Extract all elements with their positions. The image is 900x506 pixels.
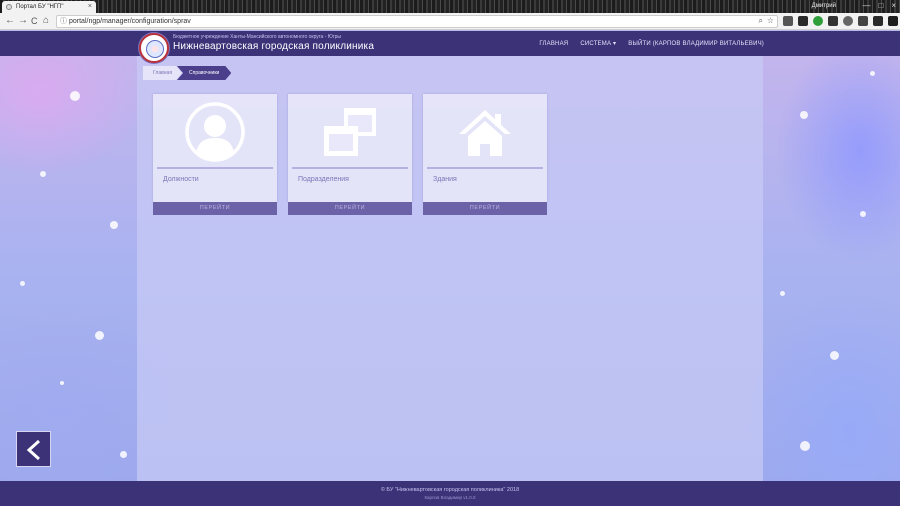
nav-logout[interactable]: ВЫЙТИ (КАРПОВ ВЛАДИМИР ВИТАЛЬЕВИЧ) xyxy=(628,41,764,47)
card-positions[interactable]: Должности ПЕРЕЙТИ xyxy=(153,94,277,216)
page: Бюджетное учреждение Ханты-Мансийского а… xyxy=(0,31,900,506)
info-icon[interactable]: ⓘ xyxy=(60,16,67,27)
browser-tab[interactable]: Портал БУ "НГП" × xyxy=(2,1,96,13)
card-body[interactable]: Должности xyxy=(153,94,277,202)
organization-title[interactable]: Нижневартовская городская поликлиника xyxy=(173,41,374,52)
card-body[interactable]: Здания xyxy=(423,94,547,202)
extension-cloud-icon[interactable] xyxy=(843,16,853,26)
zoom-icon[interactable]: ⌕ xyxy=(759,15,763,26)
breadcrumb-home[interactable]: Главная xyxy=(143,66,182,80)
card-divider xyxy=(292,167,408,169)
breadcrumb: Главная Справочники xyxy=(143,66,231,80)
content-panel: Главная Справочники Должности ПЕРЕЙТИ По… xyxy=(137,56,763,481)
address-bar[interactable]: ⓘ portal/ngp/manager/configuration/sprav… xyxy=(56,15,778,28)
go-button[interactable]: ПЕРЕЙТИ xyxy=(423,202,547,215)
extension-cube-icon[interactable] xyxy=(828,16,838,26)
card-body[interactable]: Подразделения xyxy=(288,94,412,202)
extension-pen-icon[interactable] xyxy=(798,16,808,26)
window-close-icon[interactable]: × xyxy=(891,0,896,12)
organization-logo[interactable] xyxy=(139,33,169,63)
profile-name[interactable]: Дмитрий xyxy=(812,1,836,11)
tab-title: Портал БУ "НГП" xyxy=(16,4,64,10)
card-label: Здания xyxy=(433,176,457,183)
extension-flag-icon[interactable] xyxy=(888,16,898,26)
chevron-left-icon xyxy=(26,439,41,461)
footer-copyright: © БУ "Нижневартовская городская поликлин… xyxy=(380,487,520,493)
favicon-icon xyxy=(6,4,12,10)
user-icon xyxy=(185,102,245,162)
card-divider xyxy=(427,167,543,169)
back-button[interactable] xyxy=(16,431,51,467)
go-button[interactable]: ПЕРЕЙТИ xyxy=(288,202,412,215)
windows-icon xyxy=(324,108,376,156)
go-button[interactable]: ПЕРЕЙТИ xyxy=(153,202,277,215)
bookmark-star-icon[interactable]: ☆ xyxy=(767,15,774,26)
tab-close-icon[interactable]: × xyxy=(88,1,92,13)
minimize-icon[interactable]: — xyxy=(862,0,870,12)
organization-subtitle: Бюджетное учреждение Ханты-Мансийского а… xyxy=(173,34,341,40)
extension-gear-icon[interactable] xyxy=(873,16,883,26)
main-nav: ГЛАВНАЯ СИСТЕМА ▾ ВЫЙТИ (КАРПОВ ВЛАДИМИР… xyxy=(539,31,764,56)
window-controls: — □ × xyxy=(862,0,896,12)
card-label: Подразделения xyxy=(298,176,349,183)
card-divider xyxy=(157,167,273,169)
back-arrow-icon[interactable]: ← xyxy=(5,15,15,27)
nav-home[interactable]: ГЛАВНАЯ xyxy=(539,41,568,47)
card-departments[interactable]: Подразделения ПЕРЕЙТИ xyxy=(288,94,412,216)
home-nav-icon[interactable]: ⌂ xyxy=(43,15,49,27)
forward-arrow-icon[interactable]: → xyxy=(18,15,28,27)
breadcrumb-current: Справочники xyxy=(177,66,231,80)
card-buildings[interactable]: Здания ПЕРЕЙТИ xyxy=(423,94,547,216)
extension-icons: ⋮ xyxy=(783,16,900,26)
extension-download-icon[interactable] xyxy=(858,16,868,26)
reload-icon[interactable]: C xyxy=(31,15,38,27)
nav-system-dropdown[interactable]: СИСТЕМА ▾ xyxy=(580,40,616,47)
address-url[interactable]: portal/ngp/manager/configuration/sprav xyxy=(69,18,191,25)
home-icon xyxy=(459,110,511,156)
browser-tab-bar: Портал БУ "НГП" × Дмитрий — □ × xyxy=(0,0,900,13)
card-label: Должности xyxy=(163,176,199,183)
site-footer: © БУ "Нижневартовская городская поликлин… xyxy=(0,481,900,506)
extension-qr-icon[interactable] xyxy=(783,16,793,26)
extension-shield-icon[interactable] xyxy=(813,16,823,26)
maximize-icon[interactable]: □ xyxy=(878,0,883,12)
browser-toolbar: ← → C ⌂ ⓘ portal/ngp/manager/configurati… xyxy=(0,13,900,30)
site-header: Бюджетное учреждение Ханты-Мансийского а… xyxy=(0,31,900,63)
footer-author: Карпов Владимир v1.0.0 xyxy=(424,495,476,500)
